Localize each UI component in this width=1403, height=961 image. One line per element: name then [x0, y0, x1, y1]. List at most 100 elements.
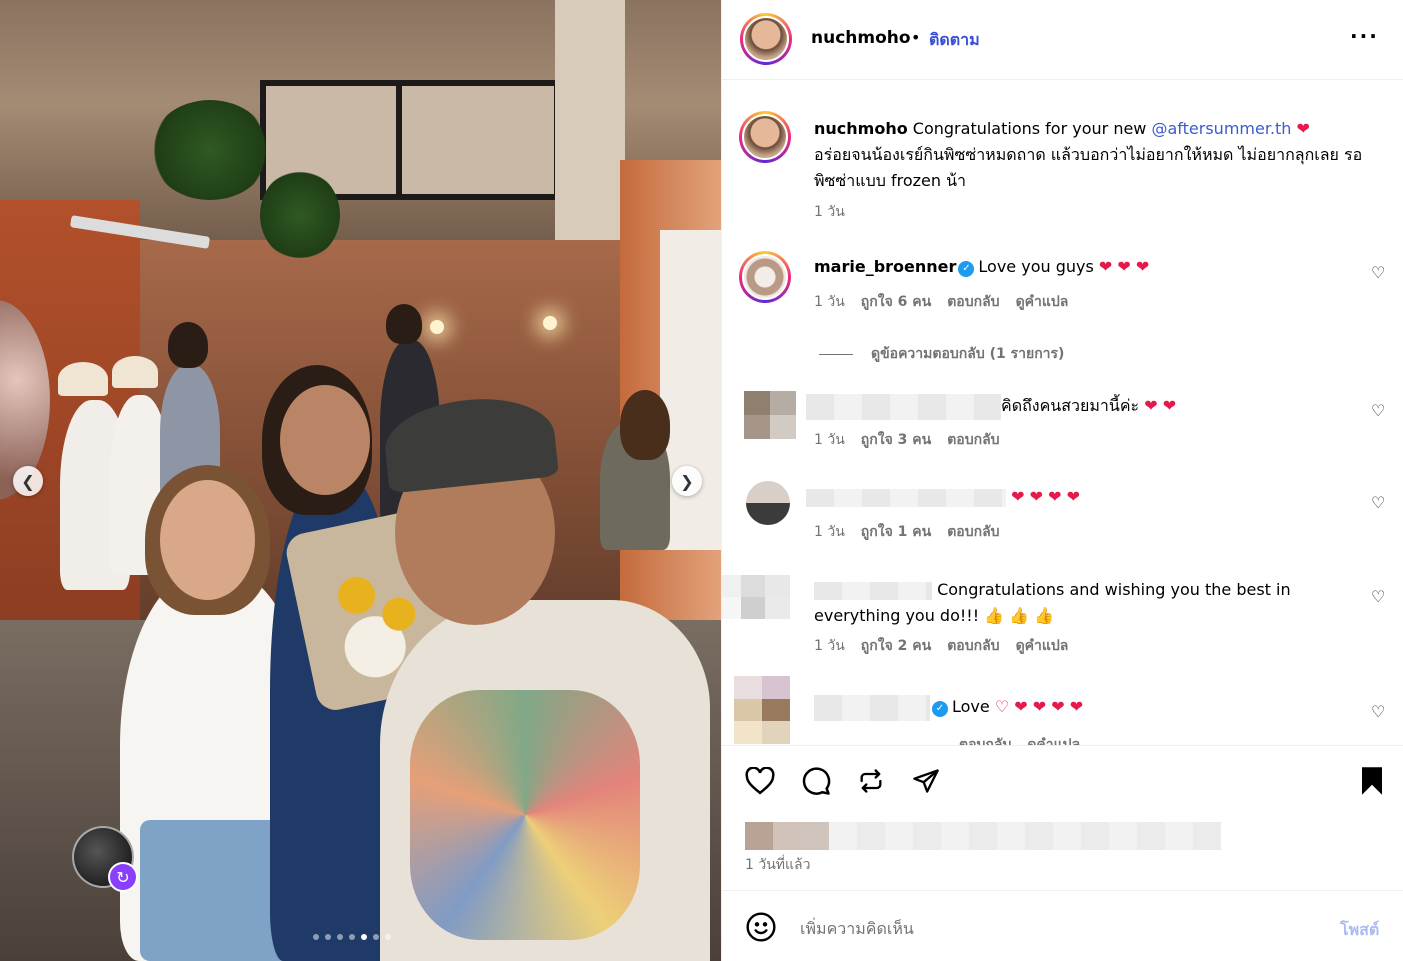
photo-hair	[386, 304, 422, 344]
photo-hair	[168, 322, 208, 368]
comment-meta: ตอบกลับ ดูคำแปล	[959, 734, 1080, 745]
caption-text-thai: อร่อยจนน้องเรย์กินพิซซ่าหมดถาด แล้วบอกว่…	[814, 145, 1363, 190]
follow-button[interactable]: ติดตาม	[929, 28, 980, 53]
separator-bullet: •	[911, 28, 921, 47]
carousel-dot[interactable]	[313, 934, 319, 940]
comment-time: 1 วัน	[814, 294, 845, 310]
carousel-dot[interactable]	[337, 934, 343, 940]
comment-meta: 1 วัน ถูกใจ 1 คน ตอบกลับ	[814, 521, 1000, 543]
redacted-username	[814, 581, 932, 600]
redacted-username	[806, 393, 1001, 420]
redacted-username	[814, 694, 930, 721]
heart-outline-icon[interactable]: ♡	[1371, 702, 1385, 721]
reply-button[interactable]: ตอบกลับ	[947, 291, 999, 313]
comments-list[interactable]: nuchmoho Congratulations for your new @a…	[722, 81, 1403, 745]
carousel-dot[interactable]	[349, 934, 355, 940]
caption-mention-link[interactable]: @aftersummer.th	[1151, 119, 1291, 138]
comment-likes[interactable]: ถูกใจ 1 คน	[861, 521, 931, 543]
comment-meta: 1 วัน ถูกใจ 6 คน ตอบกลับ ดูคำแปล	[814, 291, 1068, 313]
photo-pillar	[555, 0, 625, 260]
heart-emoji: ❤ ❤ ❤	[1098, 257, 1150, 276]
carousel-next-button[interactable]: ❯	[672, 466, 702, 496]
bookmark-filled-icon[interactable]	[1355, 764, 1389, 798]
post-actions: 1 วันที่แล้ว	[722, 745, 1403, 890]
caption-timestamp: 1 วัน	[814, 204, 845, 220]
photo-cap	[58, 362, 108, 396]
reply-button[interactable]: ตอบกลับ	[947, 429, 999, 451]
reply-button[interactable]: ตอบกลับ	[959, 734, 1011, 745]
heart-emoji: ❤	[1296, 119, 1310, 138]
photo-face	[160, 480, 255, 600]
comment-bubble-icon[interactable]	[799, 764, 833, 798]
translate-button[interactable]: ดูคำแปล	[1016, 635, 1069, 657]
heart-outline-icon[interactable]	[743, 764, 777, 798]
carousel-dot[interactable]	[385, 934, 391, 940]
thumbs-up-emoji: 👍 👍 👍	[984, 606, 1055, 625]
verified-badge-icon: ✓	[932, 701, 948, 717]
commenter-avatar[interactable]	[746, 481, 790, 525]
translate-button[interactable]: ดูคำแปล	[1027, 734, 1080, 745]
author-avatar[interactable]	[740, 13, 792, 65]
heart-outline-icon[interactable]: ♡	[1371, 587, 1385, 606]
chevron-right-icon: ❯	[680, 471, 694, 491]
post-photo[interactable]: ❮ ❯ ↻	[0, 0, 721, 961]
comment-text: ✓ Love ♡ ❤ ❤ ❤ ❤	[814, 694, 1083, 721]
caption-username[interactable]: nuchmoho	[814, 119, 908, 138]
view-replies-button[interactable]: ดูข้อความตอบกลับ (1 รายการ)	[819, 343, 1064, 365]
heart-emoji: ♡ ❤ ❤ ❤ ❤	[994, 697, 1084, 716]
paper-plane-icon[interactable]	[909, 764, 943, 798]
add-comment-bar: โพสต์	[722, 890, 1403, 961]
chevron-left-icon: ❮	[21, 471, 35, 491]
emoji-smile-icon[interactable]	[745, 911, 777, 943]
post-comment-button[interactable]: โพสต์	[1340, 918, 1379, 943]
photo-cap	[112, 356, 158, 388]
comment-meta: 1 วัน ถูกใจ 3 คน ตอบกลับ	[814, 429, 1000, 451]
commenter-avatar[interactable]	[739, 251, 791, 303]
more-options-icon[interactable]: ···	[1350, 24, 1379, 48]
commenter-avatar[interactable]	[722, 575, 790, 619]
carousel-dot[interactable]	[373, 934, 379, 940]
carousel-dot[interactable]	[361, 934, 367, 940]
commenter-avatar[interactable]	[744, 391, 796, 439]
heart-outline-icon[interactable]: ♡	[1371, 401, 1385, 420]
carousel-dots	[313, 934, 391, 940]
divider-line	[819, 353, 853, 355]
carousel-dot[interactable]	[325, 934, 331, 940]
translate-button[interactable]: ดูคำแปล	[1016, 291, 1069, 313]
photo-lamp	[430, 320, 444, 334]
commenter-username[interactable]: marie_broenner	[814, 257, 956, 276]
post-timestamp: 1 วันที่แล้ว	[745, 857, 811, 873]
commenter-avatar[interactable]	[734, 676, 790, 744]
photo-plant	[150, 100, 270, 200]
comment-text: ❤ ❤ ❤ ❤	[806, 484, 1080, 510]
heart-outline-icon[interactable]: ♡	[1371, 263, 1385, 282]
comment-text: คิดถึงคนสวยมานี้ค่ะ ❤ ❤	[806, 393, 1176, 420]
photo-lamp	[543, 316, 557, 330]
post-caption: nuchmoho Congratulations for your new @a…	[814, 116, 1394, 194]
author-username[interactable]: nuchmoho	[811, 28, 911, 48]
photo-plant	[260, 170, 340, 260]
comment-input[interactable]	[800, 915, 1320, 941]
carousel-prev-button[interactable]: ❮	[13, 466, 43, 496]
reply-button[interactable]: ตอบกลับ	[947, 521, 999, 543]
comment-likes[interactable]: ถูกใจ 3 คน	[861, 429, 931, 451]
comment-likes[interactable]: ถูกใจ 6 คน	[861, 291, 931, 313]
verified-badge-icon: ✓	[958, 261, 975, 277]
heart-emoji: ❤ ❤	[1144, 396, 1177, 415]
comment-text: Congratulations and wishing you the best…	[814, 580, 1291, 625]
comment-likes[interactable]: ถูกใจ 2 คน	[861, 635, 931, 657]
photo-face	[280, 385, 370, 495]
caption-author-avatar[interactable]	[739, 111, 791, 163]
collab-badge-icon[interactable]: ↻	[108, 862, 138, 892]
comment-meta: 1 วัน ถูกใจ 2 คน ตอบกลับ ดูคำแปล	[814, 635, 1068, 657]
repost-icon[interactable]	[854, 764, 888, 798]
photo-hair	[620, 390, 670, 460]
post-header: nuchmoho • ติดตาม ···	[722, 0, 1403, 80]
comment-text: marie_broenner ✓ Love you guys ❤ ❤ ❤	[814, 257, 1150, 277]
liked-by-redacted[interactable]	[745, 822, 1221, 850]
reply-button[interactable]: ตอบกลับ	[947, 635, 999, 657]
photo-shirt-print	[410, 690, 640, 940]
redacted-username	[806, 488, 1006, 507]
heart-outline-icon[interactable]: ♡	[1371, 493, 1385, 512]
caption-text: Congratulations for your new	[912, 119, 1152, 138]
